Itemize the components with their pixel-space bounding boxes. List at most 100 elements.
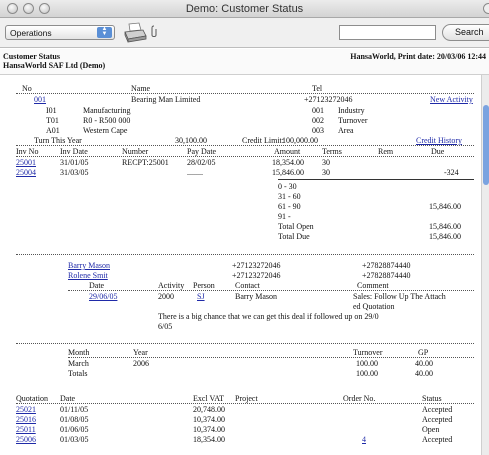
class-code: I01 — [46, 106, 57, 115]
contact-link[interactable]: Rolene Smit — [68, 271, 108, 280]
paperclip-icon[interactable] — [151, 25, 157, 38]
print-info: HansaWorld, Print date: 20/03/06 12:44 — [350, 52, 486, 61]
divider — [16, 93, 474, 94]
turnover-col-header: Month — [68, 348, 90, 357]
activity-col-header: Person — [193, 281, 215, 290]
order-number-link[interactable]: 4 — [362, 435, 366, 444]
aging-top-line — [278, 179, 474, 180]
credit-limit-value: 100,000.00 — [282, 136, 318, 145]
quotation-date: 01/08/05 — [60, 415, 89, 424]
contact-tel: +27123272046 — [232, 261, 281, 270]
quotation-col-header: Status — [422, 394, 442, 403]
turnover-this-year-value: 30,100.00 — [175, 136, 207, 145]
inv-col-header: Number — [122, 147, 149, 156]
scrollbar-thumb[interactable] — [483, 105, 489, 185]
quotation-amount: 20,748.00 — [193, 405, 225, 414]
aging-value: 15,846.00 — [429, 222, 461, 231]
inv-col-header: Inv No — [16, 147, 39, 156]
turnover-totals-label: Totals — [68, 369, 88, 378]
activity-code: 2000 — [158, 292, 174, 301]
invoice-due: -324 — [444, 168, 459, 177]
inv-col-header: Rem — [378, 147, 394, 156]
quotation-date: 01/11/05 — [60, 405, 89, 414]
turnover-col-header: Turnover — [353, 348, 383, 357]
activity-col-header: Comment — [357, 281, 389, 290]
invoice-terms: 30 — [322, 168, 330, 177]
quotation-amount: 18,354.00 — [193, 435, 225, 444]
quotation-col-header: Order No. — [343, 394, 376, 403]
quotation-link[interactable]: 25006 — [16, 435, 36, 444]
aging-label: 31 - 60 — [278, 192, 301, 201]
invoice-pay-date: ........ — [187, 168, 203, 177]
invoice-amount: 18,354.00 — [272, 158, 304, 167]
select-arrows-icon: ▲ ▼ — [97, 26, 112, 38]
inv-col-header: Pay Date — [187, 147, 217, 156]
activity-note: 6/05 — [158, 322, 173, 331]
toolbar: Operations ▲ ▼ Search — [0, 18, 489, 48]
activity-col-header: Date — [89, 281, 105, 290]
contact-mobile: +27828874440 — [362, 271, 411, 280]
invoice-terms: 30 — [322, 158, 330, 167]
company-name: HansaWorld SAF Ltd (Demo) — [3, 61, 106, 70]
contact-link[interactable]: Barry Mason — [68, 261, 110, 270]
aging-value: 15,846.00 — [429, 202, 461, 211]
report-header: Customer Status HansaWorld SAF Ltd (Demo… — [0, 49, 489, 75]
class-code: T01 — [46, 116, 59, 125]
search-input[interactable] — [339, 25, 436, 40]
class-desc2: Turnover — [338, 116, 368, 125]
inv-col-header: Inv Date — [60, 147, 88, 156]
quotation-status: Accepted — [422, 435, 453, 444]
class-code2: 002 — [312, 116, 324, 125]
quotation-link[interactable]: 25021 — [16, 405, 36, 414]
report-content: No Name Tel 001 Bearing Man Limited +271… — [16, 84, 474, 447]
col-tel-header: Tel — [312, 84, 323, 93]
printer-icon[interactable] — [123, 22, 147, 44]
quotation-status: Open — [422, 425, 440, 434]
quotation-link[interactable]: 25016 — [16, 415, 36, 424]
quotation-amount: 10,374.00 — [193, 425, 225, 434]
toolbar-toggle-button[interactable] — [483, 3, 489, 14]
turnover-month: March — [68, 359, 89, 368]
quotation-link[interactable]: 25011 — [16, 425, 36, 434]
turnover-gp: 40.00 — [415, 359, 433, 368]
aging-label: Total Due — [278, 232, 310, 241]
turnover-year: 2006 — [133, 359, 149, 368]
new-activity-link[interactable]: New Activity — [430, 95, 473, 104]
customer-number-link[interactable]: 001 — [34, 95, 46, 104]
invoice-date: 31/03/05 — [60, 168, 89, 177]
module-select[interactable]: Operations ▲ ▼ — [5, 25, 115, 40]
activity-date-link[interactable]: 29/06/05 — [89, 292, 117, 301]
aging-label: Total Open — [278, 222, 314, 231]
aging-label: 91 - — [278, 212, 291, 221]
contact-mobile: +27828874440 — [362, 261, 411, 270]
credit-history-link[interactable]: Credit History — [416, 136, 462, 145]
class-desc: Western Cape — [83, 126, 128, 135]
activity-note: There is a big chance that we can get th… — [158, 312, 379, 321]
col-no-header: No — [22, 84, 32, 93]
invoice-number: RECPT:25001 — [122, 158, 169, 167]
invoice-link[interactable]: 25001 — [16, 158, 36, 167]
report-title: Customer Status — [3, 52, 60, 61]
quotation-col-header: Date — [60, 394, 76, 403]
quotation-amount: 10,374.00 — [193, 415, 225, 424]
divider — [68, 357, 474, 358]
class-code: A01 — [46, 126, 60, 135]
divider — [16, 343, 474, 344]
invoice-link[interactable]: 25004 — [16, 168, 36, 177]
quotation-date: 01/03/05 — [60, 435, 89, 444]
turnover-this-year-label: Turn This Year — [34, 136, 82, 145]
vertical-scrollbar[interactable] — [481, 75, 489, 455]
divider — [16, 156, 474, 157]
quotation-col-header: Project — [235, 394, 258, 403]
divider — [16, 403, 474, 404]
quotation-status: Accepted — [422, 405, 453, 414]
class-desc: Manufacturing — [83, 106, 131, 115]
search-button[interactable]: Search — [442, 24, 489, 41]
class-desc2: Area — [338, 126, 354, 135]
quotation-col-header: Excl VAT — [193, 394, 225, 403]
customer-tel: +27123272046 — [304, 95, 353, 104]
invoice-pay-date: 28/02/05 — [187, 158, 216, 167]
activity-person-link[interactable]: SJ — [197, 292, 205, 301]
window-title: Demo: Customer Status — [185, 3, 304, 15]
divider — [16, 145, 474, 146]
